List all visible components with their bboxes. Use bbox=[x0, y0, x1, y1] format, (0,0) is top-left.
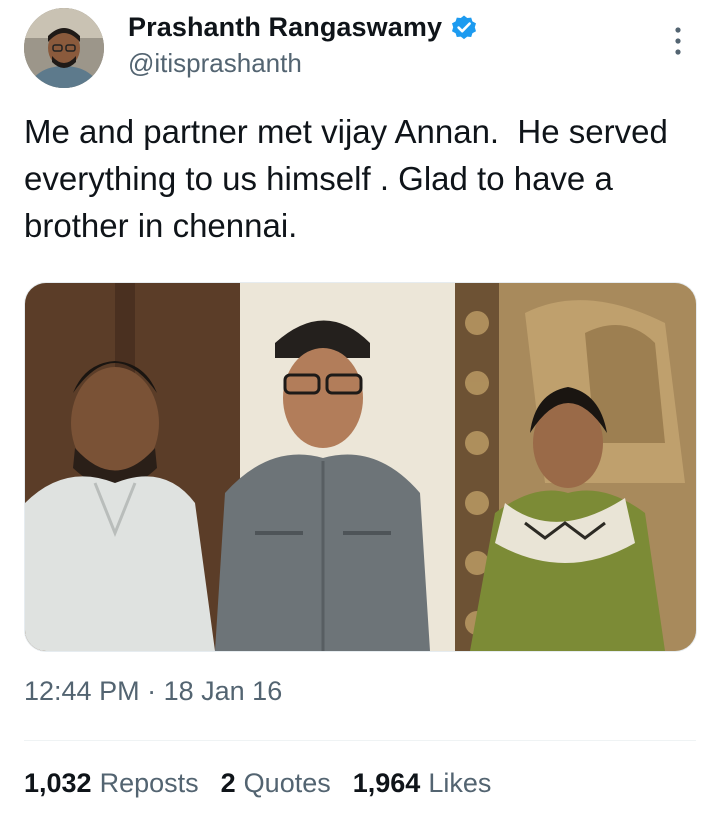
tweet-photo[interactable] bbox=[24, 282, 697, 652]
quotes-label: Quotes bbox=[243, 768, 331, 798]
more-vertical-icon[interactable] bbox=[666, 24, 690, 58]
reposts-count: 1,032 bbox=[24, 768, 92, 798]
likes-stat[interactable]: 1,964 Likes bbox=[353, 768, 492, 799]
author-handle[interactable]: @itisprashanth bbox=[128, 48, 302, 79]
timestamp-separator: · bbox=[147, 676, 157, 706]
author-display-name[interactable]: Prashanth Rangaswamy bbox=[128, 12, 442, 43]
divider bbox=[24, 740, 696, 741]
reposts-label: Reposts bbox=[99, 768, 199, 798]
tweet-time: 12:44 PM bbox=[24, 676, 140, 706]
tweet-timestamp[interactable]: 12:44 PM · 18 Jan 16 bbox=[24, 676, 282, 707]
likes-count: 1,964 bbox=[352, 768, 421, 798]
quotes-stat[interactable]: 2 Quotes bbox=[221, 768, 331, 799]
likes-label: Likes bbox=[428, 768, 492, 798]
author-name-row[interactable]: Prashanth Rangaswamy bbox=[128, 12, 478, 43]
tweet-date: 18 Jan 16 bbox=[163, 676, 283, 706]
reposts-stat[interactable]: 1,032 Reposts bbox=[24, 768, 199, 799]
engagement-stats: 1,032 Reposts 2 Quotes 1,964 Likes bbox=[24, 768, 491, 799]
avatar[interactable] bbox=[24, 8, 104, 88]
quotes-count: 2 bbox=[220, 768, 236, 798]
verified-badge-icon bbox=[450, 14, 478, 42]
tweet-text: Me and partner met vijay Annan. He serve… bbox=[24, 113, 678, 244]
